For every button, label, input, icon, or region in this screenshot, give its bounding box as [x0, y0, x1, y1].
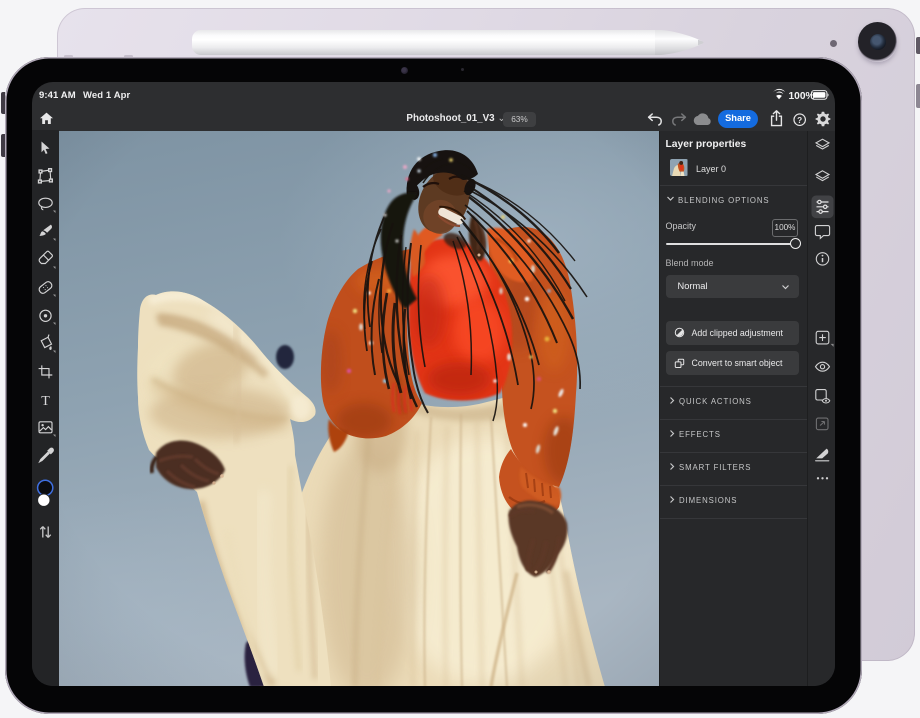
svg-text:?: ? [797, 115, 802, 124]
svg-text:100%: 100% [789, 91, 815, 102]
svg-text:T: T [41, 394, 50, 409]
